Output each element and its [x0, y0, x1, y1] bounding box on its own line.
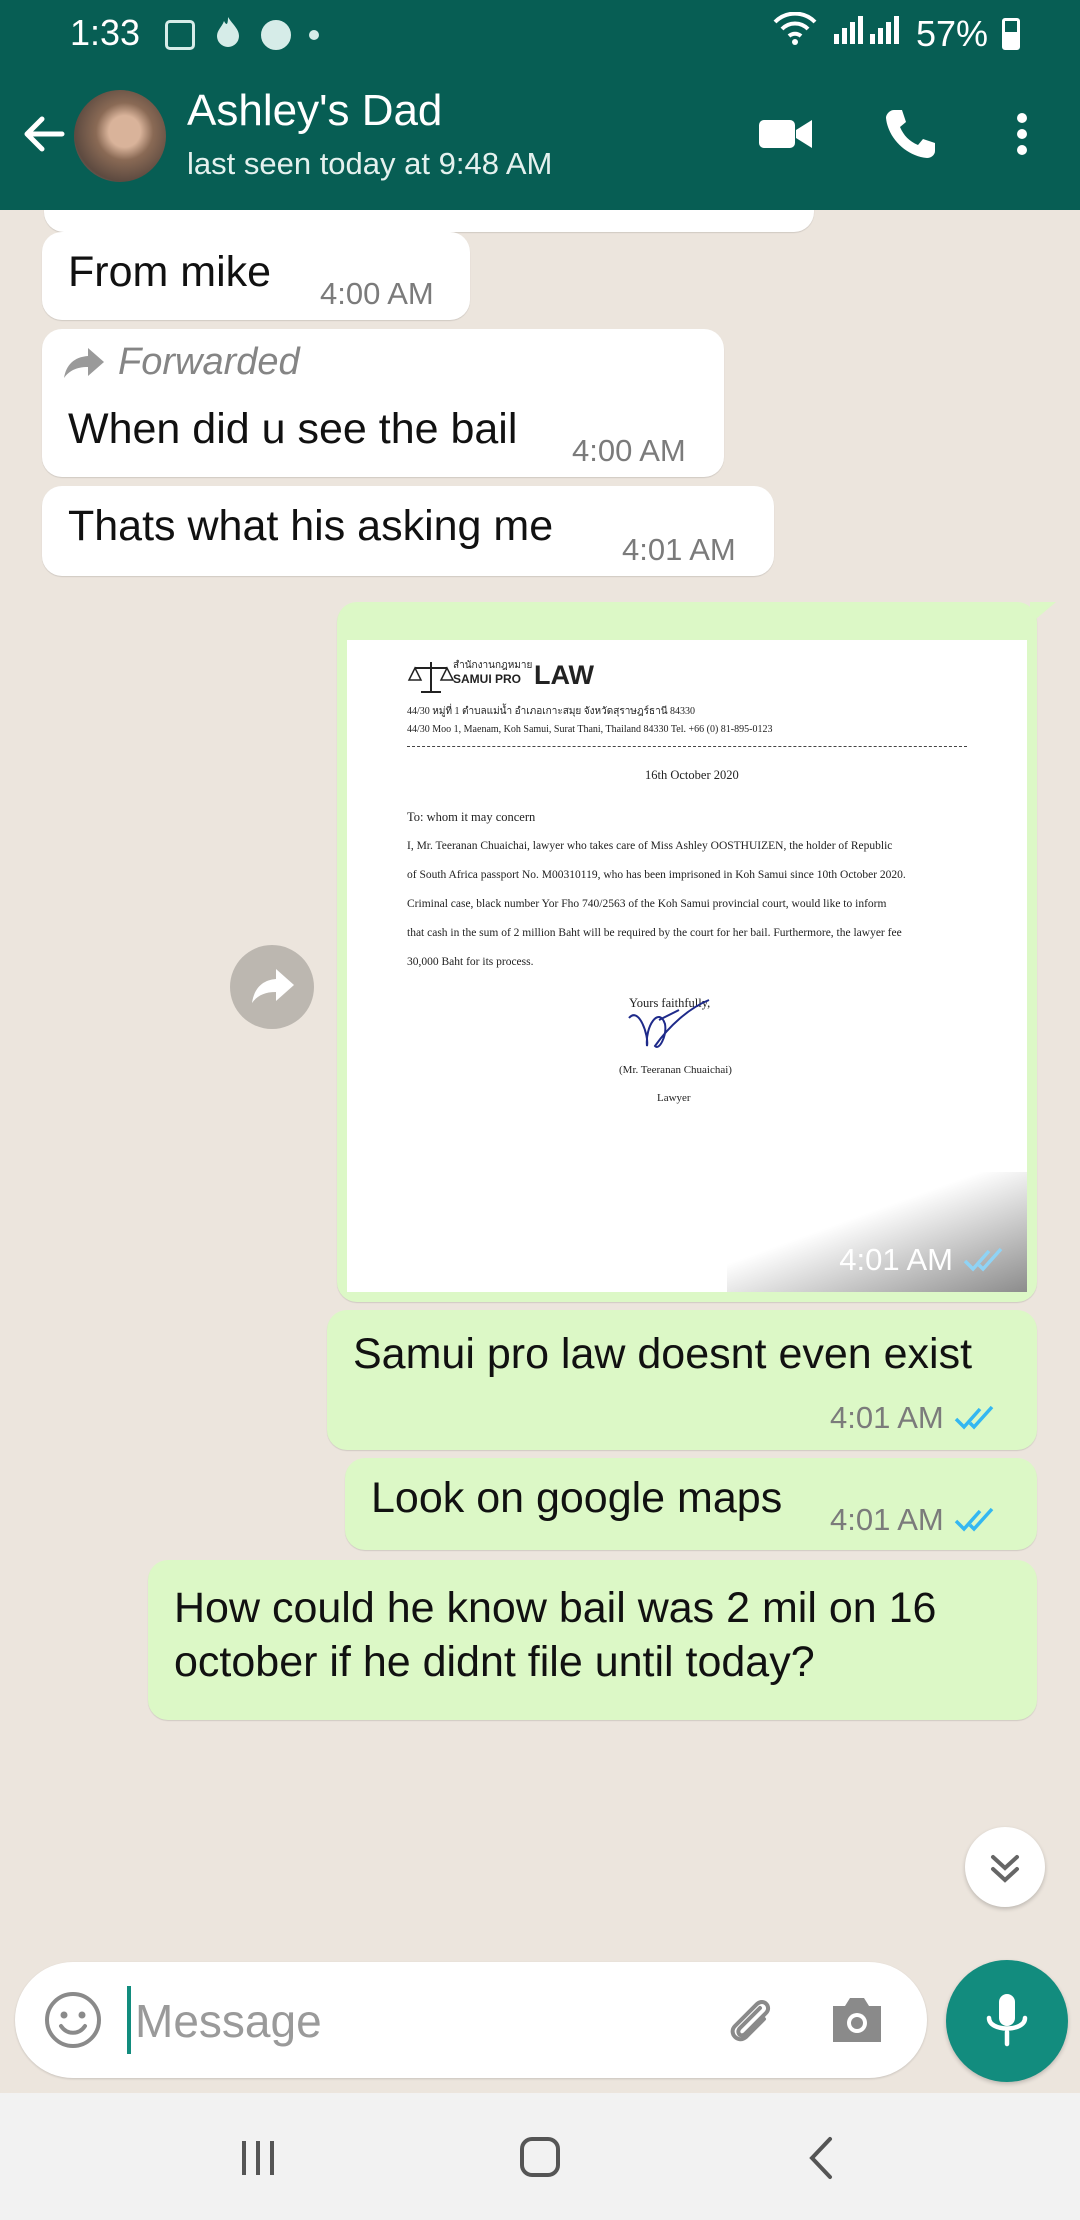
message-time: 4:01 AM [830, 1502, 944, 1537]
previous-message-bubble [44, 210, 814, 232]
last-seen-status[interactable]: last seen today at 9:48 AM [187, 146, 552, 182]
document-body-line: that cash in the sum of 2 million Baht w… [407, 927, 902, 939]
chat-area[interactable]: From mike 4:00 AM Forwarded When did u s… [0, 210, 1080, 1960]
document-signatory: (Mr. Teeranan Chuaichai) [619, 1064, 732, 1076]
message-text: From mike [68, 248, 272, 296]
forwarded-indicator: Forwarded [62, 341, 300, 384]
message-time: 4:01 AM [830, 1400, 944, 1435]
address-thai: 44/30 หมู่ที่ 1 ตำบลแม่น้ำ อำเภอเกาะสมุย… [407, 706, 696, 717]
fire-icon [213, 14, 243, 56]
share-arrow-icon [252, 969, 294, 1003]
forward-share-button[interactable] [230, 945, 314, 1029]
read-ticks-icon [954, 1507, 994, 1532]
message-meta: 4:01 AM [830, 1400, 996, 1436]
outgoing-message[interactable]: Look on google maps 4:01 AM [345, 1458, 1037, 1550]
incoming-forwarded-message[interactable]: Forwarded When did u see the bail 4:00 A… [42, 329, 724, 477]
system-nav-bar [0, 2093, 1080, 2220]
message-text-line: october if he didnt file until today? [174, 1638, 815, 1686]
signature [628, 999, 710, 1048]
message-time: 4:00 AM [572, 433, 686, 468]
emoji-icon[interactable] [41, 1988, 105, 2052]
firm-thai-name: สำนักงานกฎหมาย [453, 660, 533, 671]
document-divider [407, 746, 967, 747]
account-icon [261, 20, 291, 50]
firm-name-big: LAW [534, 660, 594, 690]
text-cursor [127, 1986, 131, 2054]
message-meta: 4:01 AM [830, 1502, 996, 1538]
double-chevron-down-icon [991, 1855, 1019, 1883]
back-nav-icon[interactable] [792, 2133, 852, 2183]
document-body-line: 30,000 Baht for its process. [407, 956, 534, 968]
message-time: 4:01 AM [839, 1242, 953, 1277]
firm-name-small: SAMUI PRO [453, 672, 522, 686]
wifi-icon [772, 11, 818, 55]
message-composer[interactable]: Message [15, 1962, 927, 2078]
message-text: When did u see the bail [68, 405, 518, 453]
outgoing-message[interactable]: Samui pro law doesnt even exist 4:01 AM [327, 1310, 1037, 1450]
forwarded-label: Forwarded [118, 341, 300, 383]
scroll-to-bottom-button[interactable] [965, 1827, 1045, 1907]
message-text-line: How could he know bail was 2 mil on 16 [174, 1584, 937, 1632]
avatar[interactable] [74, 90, 166, 182]
law-scales-logo [407, 662, 455, 693]
incoming-message[interactable]: Thats what his asking me 4:01 AM [42, 486, 774, 576]
contact-name[interactable]: Ashley's Dad [187, 86, 442, 136]
document-salutation: To: whom it may concern [407, 810, 536, 824]
read-ticks-icon [963, 1247, 1003, 1272]
message-text: Look on google maps [371, 1474, 783, 1522]
document-image[interactable]: สำนักงานกฎหมาย SAMUI PRO LAW 44/30 หมู่ท… [347, 640, 1027, 1292]
address-english: 44/30 Moo 1, Maenam, Koh Samui, Surat Th… [407, 724, 773, 735]
home-icon[interactable] [510, 2133, 570, 2183]
message-text: Samui pro law doesnt even exist [353, 1330, 973, 1378]
document-body-line: of South Africa passport No. M00310119, … [407, 869, 906, 881]
battery-percent: 57% [915, 12, 988, 54]
message-time: 4:00 AM [320, 276, 434, 311]
voice-call-icon[interactable] [880, 104, 940, 164]
camera-icon[interactable] [827, 1992, 887, 2048]
back-arrow-icon[interactable] [18, 109, 68, 159]
mic-button[interactable] [946, 1960, 1068, 2082]
chat-header: Ashley's Dad last seen today at 9:48 AM [0, 64, 1080, 210]
more-options-icon[interactable] [992, 104, 1052, 164]
document-date: 16th October 2020 [645, 768, 739, 782]
status-time: 1:33 [70, 12, 141, 53]
message-time: 4:01 AM [622, 532, 736, 567]
image-meta: 4:01 AM [839, 1242, 1005, 1278]
document-body-line: Criminal case, black number Yor Fho 740/… [407, 898, 887, 910]
dot-icon [309, 30, 319, 40]
mic-icon [986, 1994, 1028, 2047]
video-call-icon[interactable] [756, 104, 816, 164]
forward-arrow-icon [64, 347, 104, 378]
attach-icon[interactable] [720, 1990, 780, 2050]
status-bar: 1:33 57% [0, 0, 1080, 64]
message-text: Thats what his asking me [68, 502, 554, 550]
read-ticks-icon [954, 1405, 994, 1430]
document-title: Lawyer [657, 1092, 691, 1104]
incoming-message[interactable]: From mike 4:00 AM [42, 232, 470, 320]
document-body-line: I, Mr. Teeranan Chuaichai, lawyer who ta… [407, 840, 893, 852]
outgoing-message[interactable]: How could he know bail was 2 mil on 16 o… [148, 1560, 1037, 1720]
message-input[interactable]: Message [135, 1994, 322, 2048]
bubble-tail [1030, 602, 1056, 624]
signal-icon [832, 12, 902, 55]
battery-icon [1002, 17, 1020, 50]
gallery-icon [165, 20, 195, 50]
recent-apps-icon[interactable] [228, 2133, 288, 2183]
